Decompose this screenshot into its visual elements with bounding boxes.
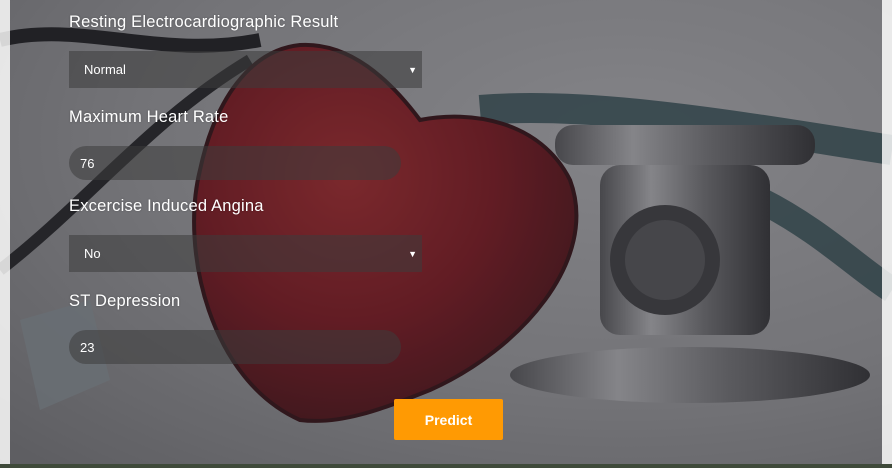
st-depression-label: ST Depression [69,292,181,310]
exercise-angina-select[interactable]: No ▼ [69,235,422,272]
st-depression-value: 23 [80,339,95,355]
caret-down-icon: ▼ [408,65,417,75]
exercise-angina-label: Excercise Induced Angina [69,197,264,215]
max-heart-rate-value: 76 [80,155,95,171]
frame-right [882,0,892,468]
predict-button[interactable]: Predict [394,399,503,440]
max-heart-rate-label: Maximum Heart Rate [69,108,229,126]
st-depression-input[interactable]: 23 [69,330,401,364]
caret-down-icon: ▼ [408,249,417,259]
restecg-label: Resting Electrocardiographic Result [69,13,339,31]
exercise-angina-value: No [84,246,101,261]
max-heart-rate-input[interactable]: 76 [69,146,401,180]
restecg-value: Normal [84,62,126,77]
frame-left [0,0,10,468]
restecg-select[interactable]: Normal ▼ [69,51,422,88]
frame-bottom [0,464,892,468]
